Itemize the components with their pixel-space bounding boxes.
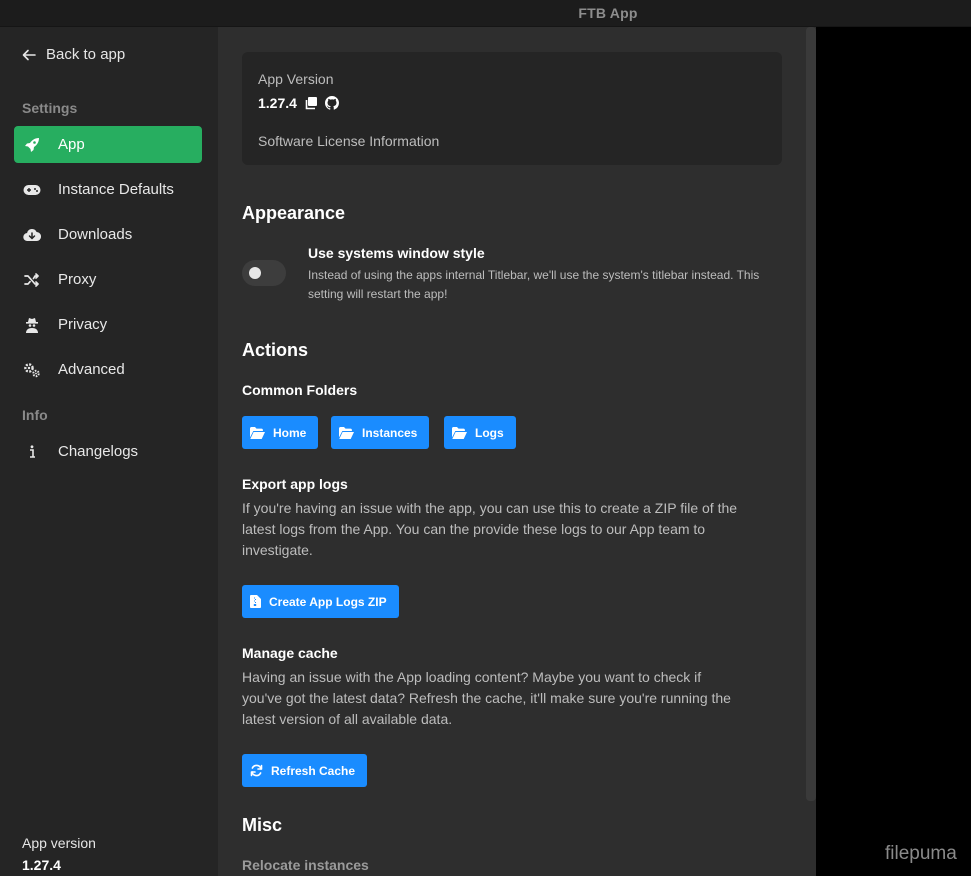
relocate-instances-heading: Relocate instances xyxy=(242,857,369,873)
user-secret-icon xyxy=(23,316,41,334)
sidebar-item-downloads[interactable]: Downloads xyxy=(14,216,202,253)
create-logs-zip-label: Create App Logs ZIP xyxy=(269,594,387,609)
sidebar-item-advanced[interactable]: Advanced xyxy=(14,351,202,388)
back-to-app-link[interactable]: Back to app xyxy=(22,46,125,63)
settings-sidebar: Back to app Settings App Instance Defaul… xyxy=(0,27,218,876)
sidebar-item-label: App xyxy=(58,136,85,153)
sidebar-item-privacy[interactable]: Privacy xyxy=(14,306,202,343)
sidebar-item-proxy[interactable]: Proxy xyxy=(14,261,202,298)
settings-heading: Settings xyxy=(22,100,78,116)
sidebar-item-label: Privacy xyxy=(58,316,108,333)
copy-icon[interactable] xyxy=(304,96,318,110)
misc-heading: Misc xyxy=(242,815,283,835)
sidebar-version-footer: App version 1.27.4 xyxy=(22,835,96,873)
back-to-app-label: Back to app xyxy=(46,46,126,63)
export-logs-desc: If you're having an issue with the app, … xyxy=(242,500,738,558)
sidebar-item-instance-defaults[interactable]: Instance Defaults xyxy=(14,171,202,208)
folder-open-icon xyxy=(452,426,467,439)
system-window-style-title: Use systems window style xyxy=(308,245,485,261)
sidebar-item-label: Proxy xyxy=(58,271,97,288)
sidebar-item-label: Downloads xyxy=(58,226,133,243)
sidebar-item-label: Advanced xyxy=(58,361,125,378)
open-logs-folder-button[interactable]: Logs xyxy=(444,416,516,449)
sidebar-item-label: Changelogs xyxy=(58,443,139,460)
system-window-style-desc: Instead of using the apps internal Title… xyxy=(308,268,760,301)
gamepad-icon xyxy=(23,181,41,199)
instances-button-label: Instances xyxy=(362,425,418,440)
settings-content: App Version 1.27.4 Software License Info… xyxy=(218,27,816,876)
toggle-knob xyxy=(249,267,261,279)
refresh-icon xyxy=(250,764,263,777)
export-logs-heading: Export app logs xyxy=(242,476,348,492)
open-home-folder-button[interactable]: Home xyxy=(242,416,319,449)
manage-cache-heading: Manage cache xyxy=(242,645,338,661)
create-logs-zip-button[interactable]: Create App Logs ZIP xyxy=(242,585,399,618)
logs-button-label: Logs xyxy=(475,425,504,440)
title-bar: FTB App xyxy=(0,0,971,27)
info-icon xyxy=(23,443,41,461)
common-folders-heading: Common Folders xyxy=(242,382,358,398)
folder-open-icon xyxy=(250,426,265,439)
refresh-cache-label: Refresh Cache xyxy=(271,763,356,778)
app-version-card-label: App Version xyxy=(258,71,334,87)
sidebar-item-app[interactable]: App xyxy=(14,126,202,163)
app-version-number: 1.27.4 xyxy=(258,95,339,111)
content-scrollbar[interactable] xyxy=(806,27,816,801)
app-version-card: App Version 1.27.4 Software License Info… xyxy=(242,52,782,165)
actions-heading: Actions xyxy=(242,340,309,360)
rocket-icon xyxy=(23,136,41,154)
software-license-link[interactable]: Software License Information xyxy=(258,133,439,149)
sidebar-item-changelogs[interactable]: Changelogs xyxy=(14,433,202,470)
cloud-download-icon xyxy=(23,226,41,244)
github-icon[interactable] xyxy=(324,96,339,110)
home-button-label: Home xyxy=(273,425,307,440)
app-version-text: 1.27.4 xyxy=(258,95,297,111)
system-window-style-toggle[interactable] xyxy=(242,260,286,286)
arrow-left-icon xyxy=(22,48,36,62)
folder-open-icon xyxy=(339,426,354,439)
appearance-heading: Appearance xyxy=(242,203,346,223)
window-title: FTB App xyxy=(578,5,638,21)
shuffle-icon xyxy=(23,271,41,289)
watermark: filepuma xyxy=(885,843,957,864)
manage-cache-desc: Having an issue with the App loading con… xyxy=(242,669,731,727)
app-version-label: App version xyxy=(22,835,96,851)
gears-icon xyxy=(23,361,41,379)
refresh-cache-button[interactable]: Refresh Cache xyxy=(242,754,368,787)
app-version-value: 1.27.4 xyxy=(22,857,61,873)
open-instances-folder-button[interactable]: Instances xyxy=(331,416,430,449)
info-heading: Info xyxy=(22,407,48,423)
sidebar-item-label: Instance Defaults xyxy=(58,181,174,198)
file-zip-icon xyxy=(250,595,261,608)
